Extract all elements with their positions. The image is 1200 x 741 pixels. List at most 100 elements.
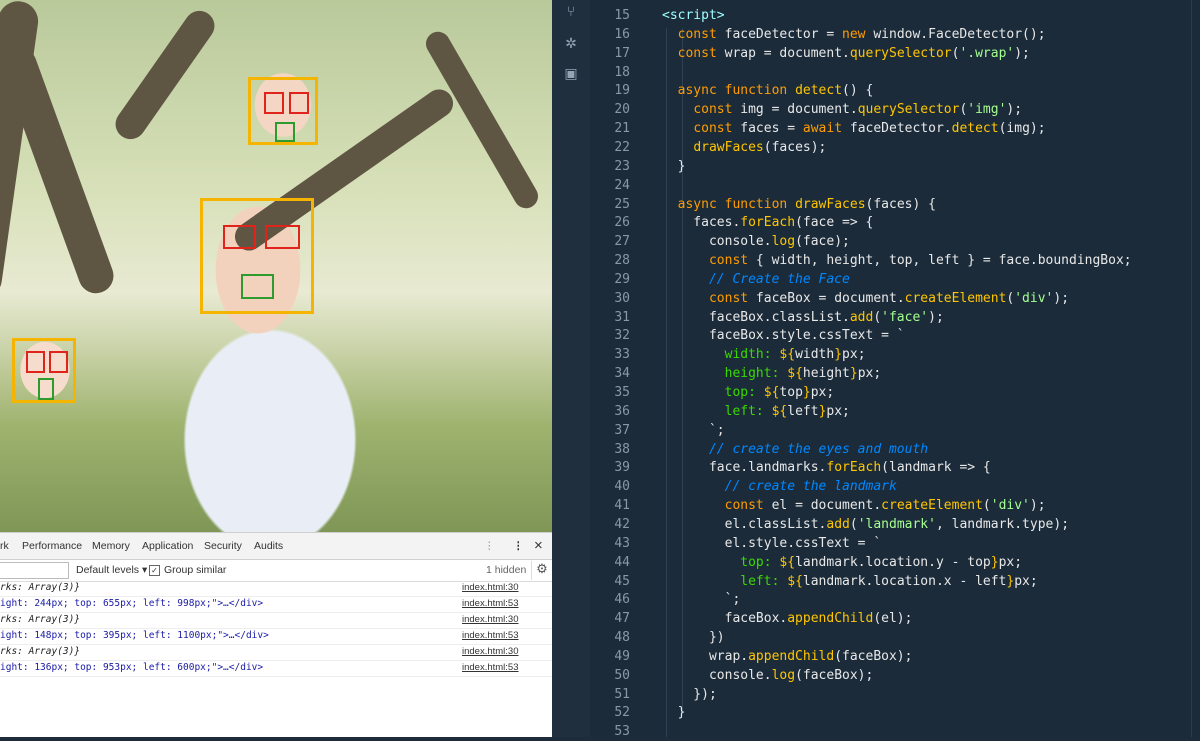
code-line[interactable]: const faces = await faceDetector.detect(… <box>662 119 1045 138</box>
code-line[interactable]: } <box>662 703 686 722</box>
code-line[interactable]: <script> <box>662 6 725 25</box>
code-line[interactable]: async function detect() { <box>662 81 874 100</box>
console-line[interactable]: rks: Array(3)} index.html:30 <box>0 644 552 661</box>
code-line[interactable]: console.log(face); <box>662 232 850 251</box>
console-toolbar: Default levels ▾ ✓ Group similar 1 hidde… <box>0 560 552 582</box>
console-line[interactable]: ight: 244px; top: 655px; left: 998px;">…… <box>0 596 552 613</box>
line-number: 48 <box>614 630 630 646</box>
face-box <box>200 198 314 314</box>
console-line[interactable]: rks: Array(3)} index.html:30 <box>0 612 552 629</box>
code-line[interactable]: el.style.cssText = ` <box>662 534 882 553</box>
code-line[interactable]: console.log(faceBox); <box>662 666 873 685</box>
close-icon[interactable]: × <box>534 537 543 554</box>
source-control-icon[interactable]: ⑂ <box>563 4 579 20</box>
group-similar-checkbox[interactable]: ✓ <box>149 565 160 576</box>
code-line[interactable]: face.landmarks.forEach(landmark => { <box>662 458 991 477</box>
line-number: 29 <box>614 271 630 287</box>
code-line[interactable]: width: ${width}px; <box>662 345 866 364</box>
line-number: 19 <box>614 83 630 99</box>
eye-landmark <box>49 351 68 373</box>
tab-divider: ⋮ <box>484 540 495 552</box>
devtools-panel: rk Performance Memory Application Securi… <box>0 532 552 737</box>
console-source-link[interactable]: index.html:53 <box>462 596 519 612</box>
code-line[interactable]: faceBox.style.cssText = ` <box>662 326 905 345</box>
code-line[interactable]: const faceDetector = new window.FaceDete… <box>662 25 1046 44</box>
console-source-link[interactable]: index.html:30 <box>462 612 519 628</box>
code-line[interactable]: const img = document.querySelector('img'… <box>662 100 1022 119</box>
console-filter-input[interactable] <box>0 562 69 579</box>
code-line[interactable]: async function drawFaces(faces) { <box>662 195 936 214</box>
console-message: rks: Array(3)} <box>0 646 81 657</box>
line-number: 30 <box>614 290 630 306</box>
code-line[interactable]: // Create the Face <box>662 270 850 289</box>
code-line[interactable]: wrap.appendChild(faceBox); <box>662 647 913 666</box>
line-number: 24 <box>614 177 630 193</box>
code-line[interactable]: drawFaces(faces); <box>662 138 826 157</box>
code-line[interactable]: }); <box>662 685 717 704</box>
mouth-landmark <box>241 274 274 299</box>
code-line[interactable]: faceBox.appendChild(el); <box>662 609 913 628</box>
console-line[interactable]: ight: 148px; top: 395px; left: 1100px;">… <box>0 628 552 645</box>
code-line[interactable]: faceBox.classList.add('face'); <box>662 308 944 327</box>
code-line[interactable]: height: ${height}px; <box>662 364 882 383</box>
tree-branch <box>109 4 221 146</box>
line-number: 44 <box>614 554 630 570</box>
code-area[interactable]: <script> const faceDetector = new window… <box>652 0 1200 737</box>
line-number: 53 <box>614 724 630 740</box>
code-line[interactable]: faces.forEach(face => { <box>662 213 873 232</box>
face-box <box>12 338 76 403</box>
code-line[interactable]: const el = document.createElement('div')… <box>662 496 1046 515</box>
scrollbar[interactable] <box>1191 0 1200 737</box>
line-number: 22 <box>614 139 630 155</box>
console-line[interactable]: rks: Array(3)} index.html:30 <box>0 580 552 597</box>
console-source-link[interactable]: index.html:30 <box>462 644 519 660</box>
code-line[interactable]: }) <box>662 628 725 647</box>
line-number: 23 <box>614 158 630 174</box>
tab-memory[interactable]: Memory <box>92 540 130 552</box>
code-line[interactable]: left: ${left}px; <box>662 402 850 421</box>
gear-icon[interactable]: ⚙ <box>531 561 552 580</box>
extensions-icon[interactable]: ▣ <box>563 66 579 82</box>
code-line[interactable]: top: ${top}px; <box>662 383 835 402</box>
line-number: 16 <box>614 26 630 42</box>
code-line[interactable]: const wrap = document.querySelector('.wr… <box>662 44 1030 63</box>
line-number: 47 <box>614 611 630 627</box>
code-line[interactable]: const faceBox = document.createElement('… <box>662 289 1069 308</box>
tab-security[interactable]: Security <box>204 540 242 552</box>
console-line[interactable]: ight: 136px; top: 953px; left: 600px;">…… <box>0 660 552 677</box>
face-box <box>248 77 318 145</box>
code-line[interactable]: top: ${landmark.location.y - top}px; <box>662 553 1022 572</box>
tree-branch <box>0 41 119 299</box>
line-number: 50 <box>614 667 630 683</box>
console-source-link[interactable]: index.html:53 <box>462 628 519 644</box>
console-message: rks: Array(3)} <box>0 582 81 593</box>
line-number: 39 <box>614 460 630 476</box>
line-number: 46 <box>614 592 630 608</box>
debug-icon[interactable]: ✲ <box>563 36 579 52</box>
code-line[interactable]: } <box>662 157 686 176</box>
eye-landmark <box>264 92 284 114</box>
default-levels-dropdown[interactable]: Default levels ▾ <box>76 564 147 576</box>
code-line[interactable]: // create the landmark <box>662 477 897 496</box>
code-line[interactable]: `; <box>662 421 725 440</box>
default-levels-label: Default levels <box>76 564 140 576</box>
console-source-link[interactable]: index.html:30 <box>462 580 519 596</box>
tab-application[interactable]: Application <box>142 540 193 552</box>
console-source-link[interactable]: index.html:53 <box>462 660 519 676</box>
console-message: rks: Array(3)} <box>0 614 81 625</box>
tab-performance[interactable]: Performance <box>22 540 82 552</box>
line-number: 43 <box>614 535 630 551</box>
mouth-landmark <box>275 122 295 142</box>
code-line[interactable]: el.classList.add('landmark', landmark.ty… <box>662 515 1069 534</box>
code-line[interactable]: left: ${landmark.location.x - left}px; <box>662 572 1037 591</box>
line-number: 35 <box>614 385 630 400</box>
code-line[interactable]: `; <box>662 590 741 609</box>
line-number: 21 <box>614 121 630 137</box>
code-line[interactable]: // create the eyes and mouth <box>662 440 928 459</box>
tab-audits[interactable]: Audits <box>254 540 283 552</box>
line-number: 34 <box>614 366 630 382</box>
code-line[interactable]: const { width, height, top, left } = fac… <box>662 251 1132 270</box>
tab-network[interactable]: rk <box>0 540 9 552</box>
more-options-icon[interactable]: ⋮ <box>513 540 524 552</box>
line-number: 18 <box>614 64 630 80</box>
